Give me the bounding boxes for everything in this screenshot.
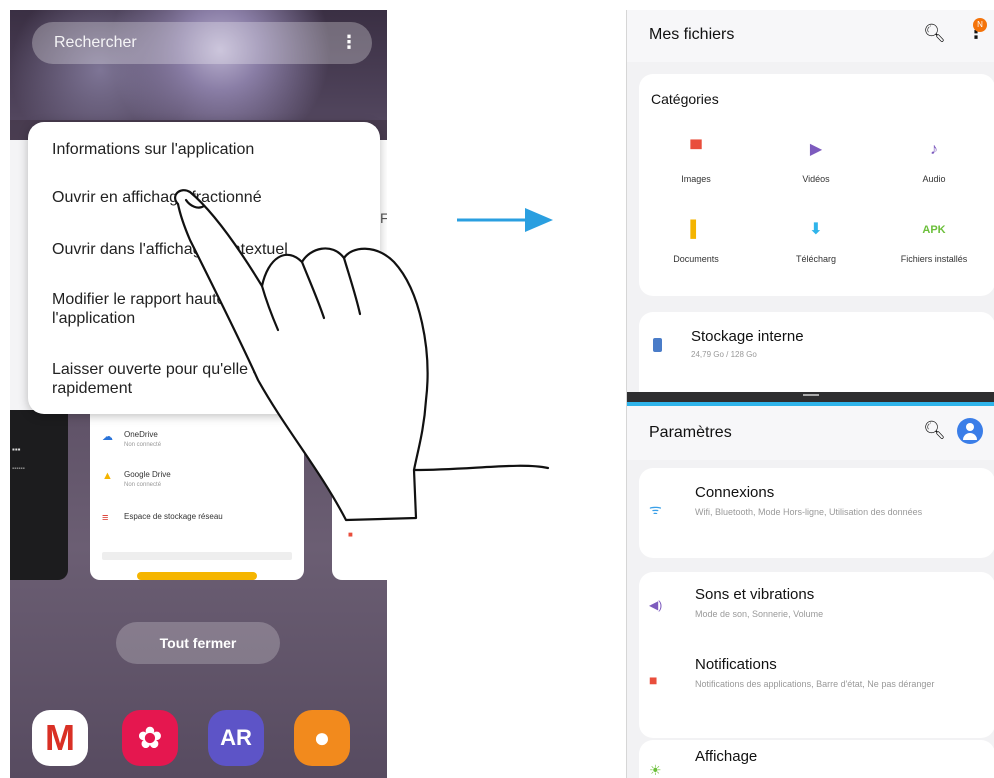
search-bar[interactable]: Rechercher ⋮ [32, 22, 372, 64]
wifi-icon: ᯤ [649, 501, 662, 517]
category-installed[interactable]: APK Fichiers installés [879, 218, 989, 264]
category-documents[interactable]: ▌ Documents [641, 218, 751, 264]
settings-item-notifications[interactable]: ■ Notifications Notifications des applic… [639, 648, 994, 728]
settings-card: ᯤ Connexions Wifi, Bluetooth, Mode Hors-… [639, 468, 994, 558]
recent-card-snippet: ▪▪▪ [12, 445, 21, 454]
display-icon: ☀ [649, 762, 662, 778]
storage-title: Stockage interne [691, 328, 804, 345]
recent-card-snippet: ▪▪▪▪▪▪ [12, 466, 25, 472]
arrow-right-icon [457, 208, 553, 232]
category-label: Audio [922, 174, 946, 184]
storage-status: Non connecté [124, 442, 162, 448]
notification-icon: ■ [649, 672, 658, 688]
left-phone-screen: Rechercher ⋮ ▪▪▪ ▪▪▪▪▪▪ ☁ OneDrive Non c… [10, 10, 387, 778]
document-icon: ▌ [690, 221, 702, 238]
close-all-button[interactable]: Tout fermer [116, 622, 280, 664]
menu-item-app-info[interactable]: Informations sur l'application [52, 140, 372, 159]
avatar-body [963, 433, 977, 440]
drive-icon: ▲ [102, 470, 113, 482]
category-label: Fichiers installés [900, 254, 968, 264]
ar-icon[interactable]: AR [208, 710, 264, 766]
storage-status: Non connecté [124, 482, 162, 488]
menu-item-aspect-ratio[interactable]: Modifier le rapport hauteur/largeur de l… [52, 290, 372, 328]
files-app-header: Mes fichiers 🔍︎ ⋮ N [627, 10, 994, 62]
recent-card-snippet: ■ [348, 530, 353, 539]
storage-button[interactable] [137, 572, 257, 580]
storage-name: Espace de stockage réseau [124, 512, 223, 521]
settings-item-subtitle: Wifi, Bluetooth, Mode Hors-ligne, Utilis… [695, 507, 923, 517]
video-icon: ▶ [809, 141, 823, 158]
page-title: Mes fichiers [649, 26, 735, 43]
recent-card-snippet: ● [348, 490, 353, 499]
settings-item-connections[interactable]: ᯤ Connexions Wifi, Bluetooth, Mode Hors-… [639, 468, 994, 558]
cloud-icon: ☁ [102, 431, 113, 443]
recent-card-snippet: F [380, 210, 387, 226]
account-avatar-icon[interactable] [957, 418, 983, 444]
storage-usage: 24,79 Go / 128 Go [691, 350, 757, 359]
search-icon[interactable]: 🔍︎ [923, 23, 946, 44]
search-icon[interactable]: 🔍︎ [923, 420, 946, 441]
network-storage-icon: ≡ [102, 512, 109, 524]
category-label: Télécharg [795, 254, 837, 264]
category-downloads[interactable]: ⬇ Télécharg [761, 218, 871, 264]
phone-storage-icon [653, 338, 662, 352]
settings-app-header: Paramètres 🔍︎ [627, 406, 994, 460]
audio-icon: ♪ [930, 141, 938, 158]
categories-card: Catégories ▀ Images ▶ Vidéos ♪ Audio ▌ D… [639, 74, 994, 296]
app-context-menu: Informations sur l'application Ouvrir en… [28, 122, 380, 414]
storage-name: OneDrive [124, 430, 158, 439]
more-options-icon[interactable]: ⋮ [340, 32, 358, 53]
settings-item-title: Notifications [695, 656, 777, 673]
apk-icon: APK [922, 224, 946, 236]
internal-storage-item[interactable]: Stockage interne 24,79 Go / 128 Go [639, 312, 994, 402]
avatar-head [966, 423, 974, 431]
list-item[interactable]: ≡ Espace de stockage réseau [102, 512, 292, 542]
category-images[interactable]: ▀ Images [641, 138, 751, 184]
settings-card: ◀) Sons et vibrations Mode de son, Sonne… [639, 572, 994, 738]
split-view-divider[interactable] [627, 392, 994, 406]
menu-item-keep-open[interactable]: Laisser ouverte pour qu'elle se lance ra… [52, 360, 372, 398]
settings-item-title: Connexions [695, 484, 775, 501]
list-item[interactable]: ▲ Google Drive Non connecté [102, 470, 292, 500]
right-phone-screen: Mes fichiers 🔍︎ ⋮ N Catégories ▀ Images … [626, 10, 994, 778]
gmail-icon[interactable]: M [32, 710, 88, 766]
storage-name: Google Drive [124, 470, 171, 479]
settings-item-subtitle: Mode de son, Sonnerie, Volume [695, 609, 824, 619]
menu-item-split-view[interactable]: Ouvrir en affichage fractionné [52, 188, 372, 207]
section-title: Catégories [651, 91, 719, 107]
contacts-icon[interactable]: ● [294, 710, 350, 766]
image-icon: ▀ [690, 141, 702, 158]
settings-item-title: Sons et vibrations [695, 586, 815, 603]
settings-card: ☀ Affichage [639, 740, 994, 778]
category-label: Vidéos [802, 174, 830, 184]
list-item[interactable]: ☁ OneDrive Non connecté [102, 430, 292, 460]
flower-icon[interactable]: ✿ [122, 710, 178, 766]
sound-icon: ◀) [649, 598, 663, 612]
settings-item-display[interactable]: ☀ Affichage [639, 740, 994, 778]
storage-note [102, 552, 292, 560]
category-audio[interactable]: ♪ Audio [879, 138, 989, 184]
page-title: Paramètres [649, 424, 732, 441]
settings-item-title: Affichage [695, 748, 758, 765]
search-placeholder: Rechercher [54, 34, 137, 51]
category-label: Images [681, 174, 711, 184]
settings-item-sounds[interactable]: ◀) Sons et vibrations Mode de son, Sonne… [639, 572, 994, 642]
category-label: Documents [673, 254, 719, 264]
divider-handle[interactable] [803, 394, 819, 396]
notification-badge: N [973, 18, 987, 32]
settings-item-subtitle: Notifications des applications, Barre d'… [695, 679, 935, 689]
menu-item-popup-view[interactable]: Ouvrir dans l'affichage contextuel [52, 240, 372, 259]
category-videos[interactable]: ▶ Vidéos [761, 138, 871, 184]
download-icon: ⬇ [809, 221, 823, 238]
